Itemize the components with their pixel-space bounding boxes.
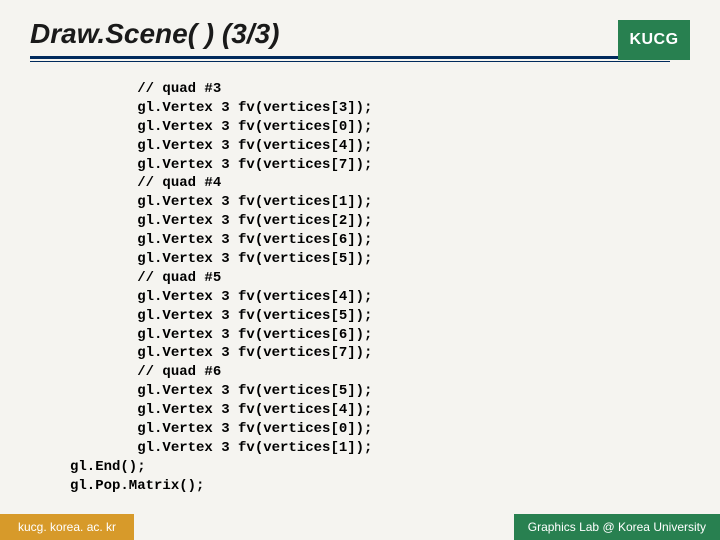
slide-title: Draw.Scene( ) (3/3) bbox=[30, 18, 690, 50]
footer-url: kucg. korea. ac. kr bbox=[0, 514, 134, 540]
logo-badge: KUCG bbox=[618, 20, 690, 60]
title-rule-thin bbox=[30, 61, 670, 62]
slide-footer: kucg. korea. ac. kr Graphics Lab @ Korea… bbox=[0, 514, 720, 540]
code-listing: // quad #3 gl.Vertex 3 fv(vertices[3]); … bbox=[0, 70, 720, 496]
footer-credit: Graphics Lab @ Korea University bbox=[514, 514, 720, 540]
slide-header: Draw.Scene( ) (3/3) KUCG bbox=[0, 0, 720, 70]
title-rule-thick bbox=[30, 56, 670, 59]
